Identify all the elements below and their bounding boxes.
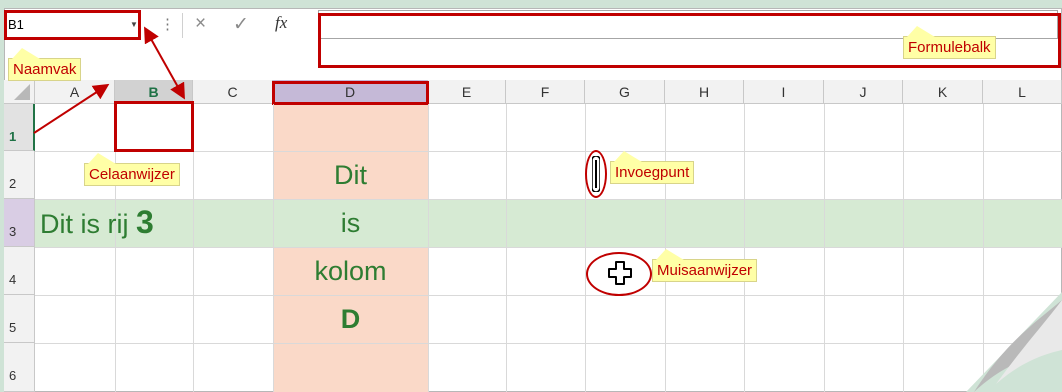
screenshot-stage: B1 ▼ ⋮ × ✓ fx A B C D E F G H I J K L 1 … bbox=[0, 0, 1062, 392]
arrow-namevak-to-b1 bbox=[144, 26, 185, 100]
page-curl-decoration bbox=[966, 292, 1062, 392]
annotation-arrows bbox=[33, 26, 185, 134]
arrow-namevak-to-cell bbox=[33, 83, 110, 134]
